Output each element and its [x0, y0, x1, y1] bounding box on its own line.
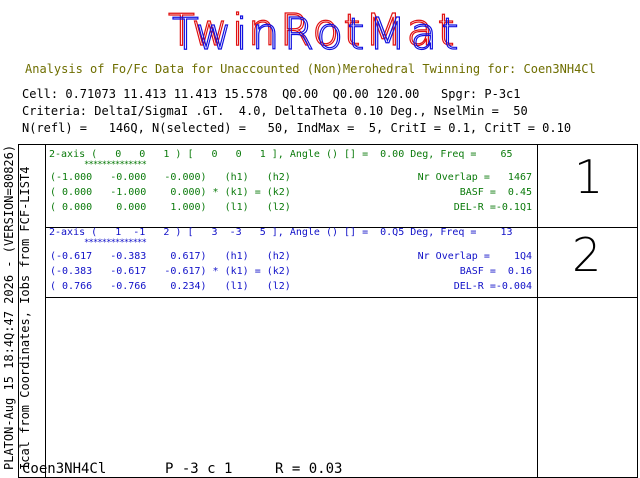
solution-2-delr: DEL-R =-0.004 — [453, 281, 532, 292]
solution-1-row-1: (-1.000 -0.000 -0.000) (h1) (h2) — [50, 172, 291, 183]
solution-2-number: 2 — [572, 228, 602, 282]
solution-2-row-3: ( 0.766 -0.766 0.234) (l1) (l2) — [50, 281, 291, 292]
solution-2-row-1: (-0.617 -0.383 0.617) (h1) (h2) — [50, 251, 291, 262]
solution-1-stars: ************** — [84, 160, 147, 170]
grid-right-inner — [537, 144, 538, 478]
solution-1-delr: DEL-R =-0.1Q1 — [453, 202, 532, 213]
solution-1-row-2: ( 0.000 -1.000 0.000) * (k1) = (k2) — [50, 187, 291, 198]
app-title: TwinRotMat TwinRotMat — [167, 5, 463, 53]
solution-1-overlap: Nr Overlap = 1467 — [417, 172, 532, 183]
footer-compound: Coen3NH4Cl — [22, 461, 107, 477]
solution-2-overlap: Nr Overlap = 1Q4 — [417, 251, 532, 262]
grid-low — [45, 297, 638, 298]
grid-left — [18, 144, 19, 478]
solution-1-row-3: ( 0.000 0.000 1.000) (l1) (l2) — [50, 202, 291, 213]
title-blue: TwinRotMat — [172, 9, 463, 53]
solution-2-axis: 2-axis ( 1 -1 2 ) [ 3 -3 5 ], Angle () [… — [49, 227, 513, 238]
criteria-line: Criteria: DeltaI/SigmaI .GT. 4.0, DeltaT… — [22, 104, 528, 118]
footer-spacegroup: P -3 c 1 — [165, 461, 233, 477]
solution-1-basf: BASF = 0.45 — [459, 187, 532, 198]
grid-right — [637, 144, 638, 478]
solution-1-axis: 2-axis ( 0 0 1 ) [ 0 0 1 ], Angle () [] … — [49, 149, 513, 160]
solution-2-basf: BASF = 0.16 — [459, 266, 532, 277]
cell-line: Cell: 0.71073 11.413 11.413 15.578 Q0.00… — [22, 87, 521, 101]
grid-top — [18, 144, 638, 145]
grid-left-inner — [45, 144, 46, 478]
analysis-subtitle: Analysis of Fo/Fc Data for Unaccounted (… — [25, 62, 596, 76]
ical-text: Ical from Coordinates, Iobs from FCF-LIS… — [18, 166, 32, 470]
solution-2-stars: ************** — [84, 238, 147, 248]
solution-2-row-2: (-0.383 -0.617 -0.617) * (k1) = (k2) — [50, 266, 291, 277]
version-text: PLATON-Aug 15 18:4Q:47 2026 - (VERSION=8… — [2, 144, 16, 470]
solution-1-number: 1 — [574, 150, 604, 204]
footer-rvalue: R = 0.03 — [275, 461, 343, 477]
nrefl-line: N(refl) = 146Q, N(selected) = 50, IndMax… — [22, 121, 572, 135]
